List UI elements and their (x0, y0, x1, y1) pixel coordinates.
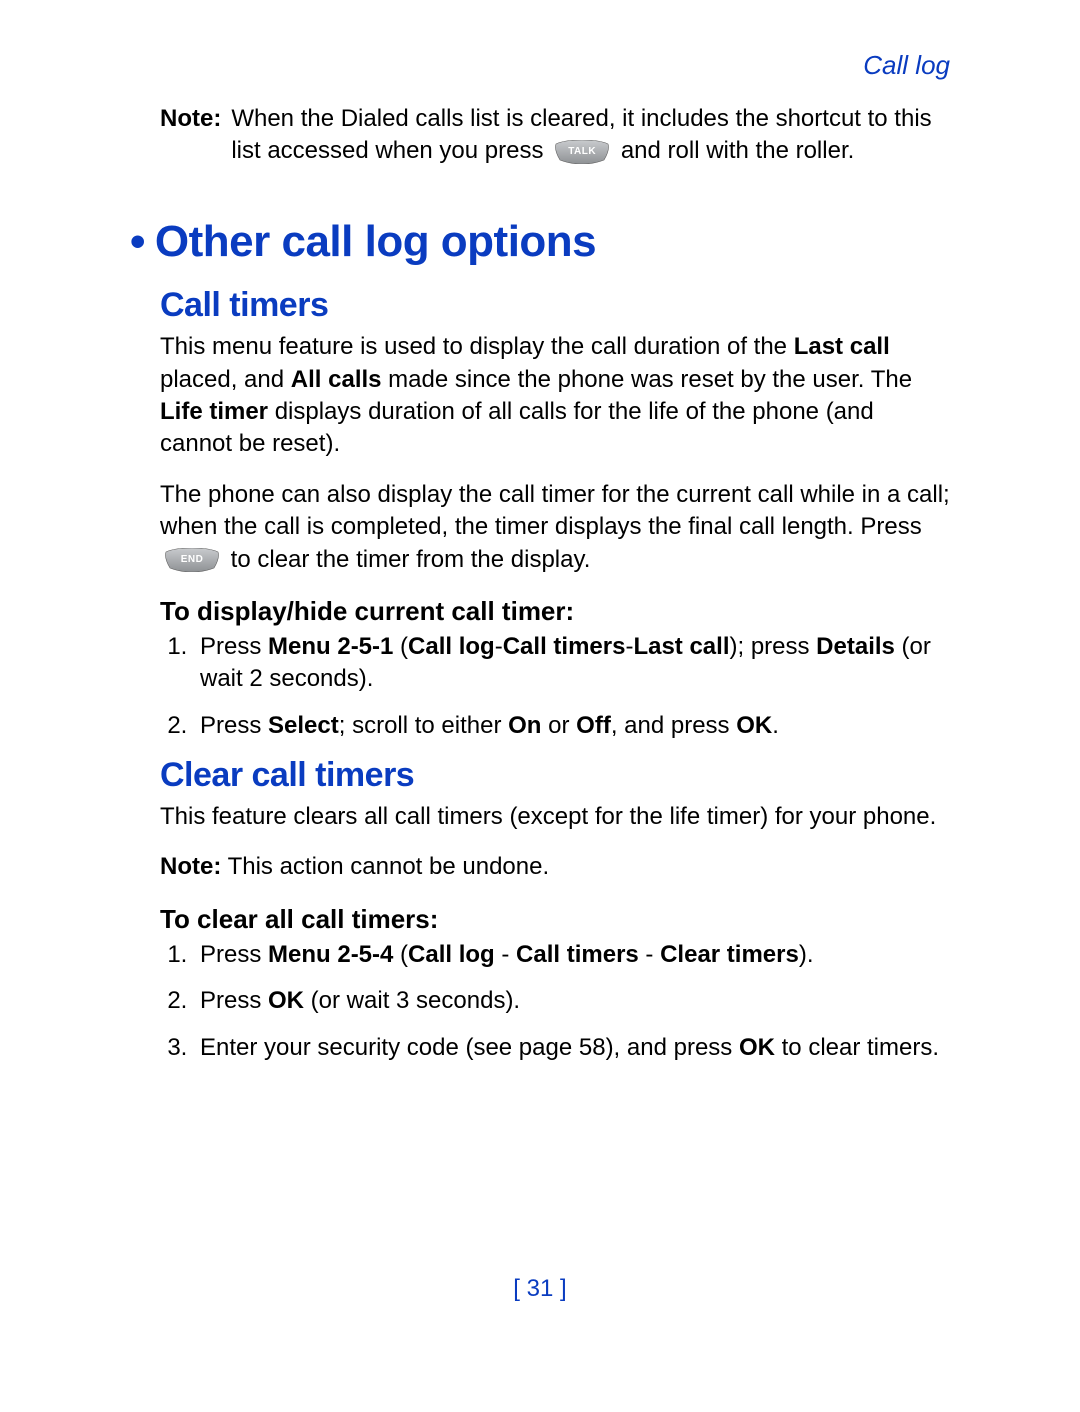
note-label: Note: (160, 103, 231, 168)
list-item: Press Select; scroll to either On or Off… (194, 710, 950, 742)
text: ( (393, 941, 408, 968)
text: ); press (729, 633, 816, 660)
para-clear-timers: This feature clears all call timers (exc… (160, 801, 950, 833)
note-cannot-undo: Note: This action cannot be undone. (160, 851, 950, 883)
page-number: [ 31 ] (0, 1275, 1080, 1303)
para-call-timers-2: The phone can also display the call time… (160, 479, 950, 576)
bold: OK (739, 1034, 775, 1061)
text: (or wait 3 seconds). (304, 987, 520, 1014)
page-number-value: 31 (527, 1275, 554, 1302)
bracket-left: [ (513, 1275, 526, 1302)
bold: Clear timers (660, 941, 799, 968)
talk-key-label: TALK (554, 140, 610, 164)
text: Press (200, 633, 268, 660)
page-content: Call log Note: When the Dialed calls lis… (130, 50, 950, 1078)
text: to clear timers. (775, 1034, 939, 1061)
text: Press (200, 941, 268, 968)
bold: Call log (408, 633, 495, 660)
bold: Last call (794, 333, 890, 360)
note-dialed-calls: Note: When the Dialed calls list is clea… (160, 103, 950, 168)
bold: Off (576, 712, 611, 739)
note-text: This action cannot be undone. (228, 853, 550, 880)
heading-display-hide-timer: To display/hide current call timer: (160, 596, 950, 627)
bold: All calls (291, 366, 382, 393)
list-item: Press Menu 2-5-4 (Call log - Call timers… (194, 939, 950, 971)
para-call-timers-1: This menu feature is used to display the… (160, 331, 950, 461)
text: , and press (611, 712, 736, 739)
note-body: When the Dialed calls list is cleared, i… (231, 103, 950, 168)
text: Press (200, 712, 268, 739)
text: . (772, 712, 779, 739)
text: Press (200, 987, 268, 1014)
text: Enter your security code (see page 58), … (200, 1034, 739, 1061)
bold: Call log (408, 941, 495, 968)
bold: OK (268, 987, 304, 1014)
list-item: Press Menu 2-5-1 (Call log-Call timers-L… (194, 631, 950, 696)
bold: Details (816, 633, 895, 660)
bold: On (508, 712, 541, 739)
list-item: Enter your security code (see page 58), … (194, 1032, 950, 1064)
text: to clear the timer from the display. (231, 546, 591, 573)
steps-clear-all-timers: Press Menu 2-5-4 (Call log - Call timers… (160, 939, 950, 1064)
heading-other-call-log-options: •Other call log options (130, 218, 950, 266)
text: or (541, 712, 576, 739)
steps-display-hide-timer: Press Menu 2-5-1 (Call log-Call timers-L… (160, 631, 950, 742)
bold: Last call (633, 633, 729, 660)
heading-clear-all-timers: To clear all call timers: (160, 904, 950, 935)
text: - (639, 941, 660, 968)
bold: Call timers (503, 633, 626, 660)
bold: Select (268, 712, 339, 739)
text: This menu feature is used to display the… (160, 333, 794, 360)
text: displays duration of all calls for the l… (160, 398, 874, 457)
note-label: Note: (160, 853, 221, 880)
bold: Call timers (516, 941, 639, 968)
end-key-label: END (164, 548, 220, 572)
running-header: Call log (130, 50, 950, 81)
bracket-right: ] (553, 1275, 566, 1302)
bold: Life timer (160, 398, 268, 425)
text: - (495, 941, 516, 968)
text: made since the phone was reset by the us… (382, 366, 913, 393)
text: ( (393, 633, 408, 660)
heading-call-timers: Call timers (160, 286, 950, 325)
end-key-icon: END (164, 548, 220, 572)
text: ; scroll to either (339, 712, 508, 739)
talk-key-icon: TALK (554, 140, 610, 164)
heading-clear-call-timers: Clear call timers (160, 756, 950, 795)
note-text-after: and roll with the roller. (621, 137, 854, 164)
bullet-icon: • (130, 217, 155, 266)
bold: OK (736, 712, 772, 739)
text: - (495, 633, 503, 660)
text: ). (799, 941, 814, 968)
bold: Menu 2-5-1 (268, 633, 393, 660)
text: The phone can also display the call time… (160, 481, 950, 540)
bold: Menu 2-5-4 (268, 941, 393, 968)
h1-text: Other call log options (155, 217, 596, 266)
text: placed, and (160, 366, 291, 393)
list-item: Press OK (or wait 3 seconds). (194, 985, 950, 1017)
